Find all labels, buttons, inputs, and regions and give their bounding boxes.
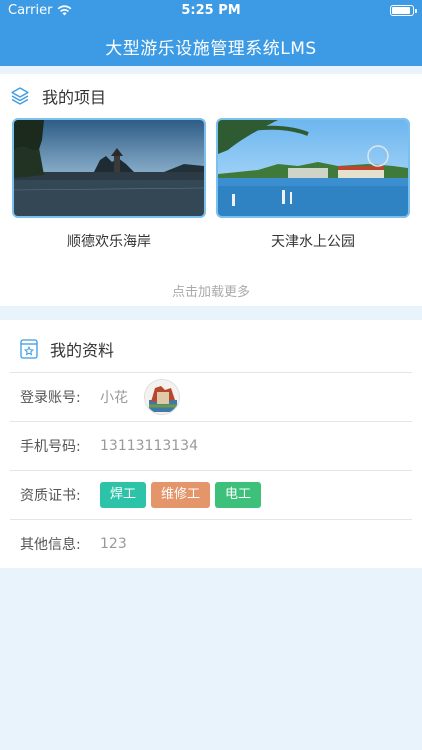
other-info-row: 其他信息: 123	[10, 519, 412, 568]
project-image-shunde[interactable]	[12, 118, 206, 218]
page-title: 大型游乐设施管理系统LMS	[105, 39, 317, 59]
battery-fill	[392, 7, 410, 14]
battery-icon	[390, 5, 417, 16]
project-image-tianjin[interactable]	[216, 118, 410, 218]
cert-tag-electrician[interactable]: 电工	[215, 482, 262, 508]
account-value: 小花	[100, 390, 128, 406]
profile-heading: 我的资料	[50, 341, 115, 360]
other-info-label: 其他信息:	[20, 537, 81, 553]
layers-icon	[11, 87, 29, 105]
certificate-row: 资质证书: 焊工 维修工 电工	[10, 470, 412, 519]
avatar[interactable]	[144, 379, 180, 415]
phone-row: 手机号码: 13113113134	[10, 421, 412, 470]
navigation-bar: Carrier 5:25 PM 大型游乐设施管理系统LMS	[0, 0, 422, 66]
projects-heading: 我的项目	[42, 88, 107, 107]
project-name-shunde[interactable]: 顺德欢乐海岸	[12, 231, 206, 251]
other-info-value: 123	[100, 536, 127, 552]
account-row: 登录账号: 小花	[10, 372, 412, 421]
cert-tag-welder[interactable]: 焊工	[100, 482, 147, 508]
cert-tag-maintenance[interactable]: 维修工	[151, 482, 211, 508]
status-bar: Carrier 5:25 PM	[0, 0, 422, 22]
phone-value: 13113113134	[100, 438, 198, 454]
profile-header: 我的资料	[20, 337, 114, 361]
profile-card: 我的资料 登录账号: 小花 手机号码: 13113113134 资质证书: 焊工…	[0, 320, 422, 568]
projects-header: 我的项目	[10, 84, 106, 108]
profile-card-icon	[20, 339, 38, 359]
load-more-button[interactable]: 点击加载更多	[0, 281, 422, 300]
account-label: 登录账号:	[20, 390, 81, 406]
projects-card: 我的项目 顺德欢乐海岸 天津水上公园 点击加载更多	[0, 74, 422, 306]
status-time: 5:25 PM	[181, 3, 241, 18]
certificate-label: 资质证书:	[20, 488, 81, 504]
phone-label: 手机号码:	[20, 439, 81, 455]
project-name-tianjin[interactable]: 天津水上公园	[216, 231, 410, 251]
